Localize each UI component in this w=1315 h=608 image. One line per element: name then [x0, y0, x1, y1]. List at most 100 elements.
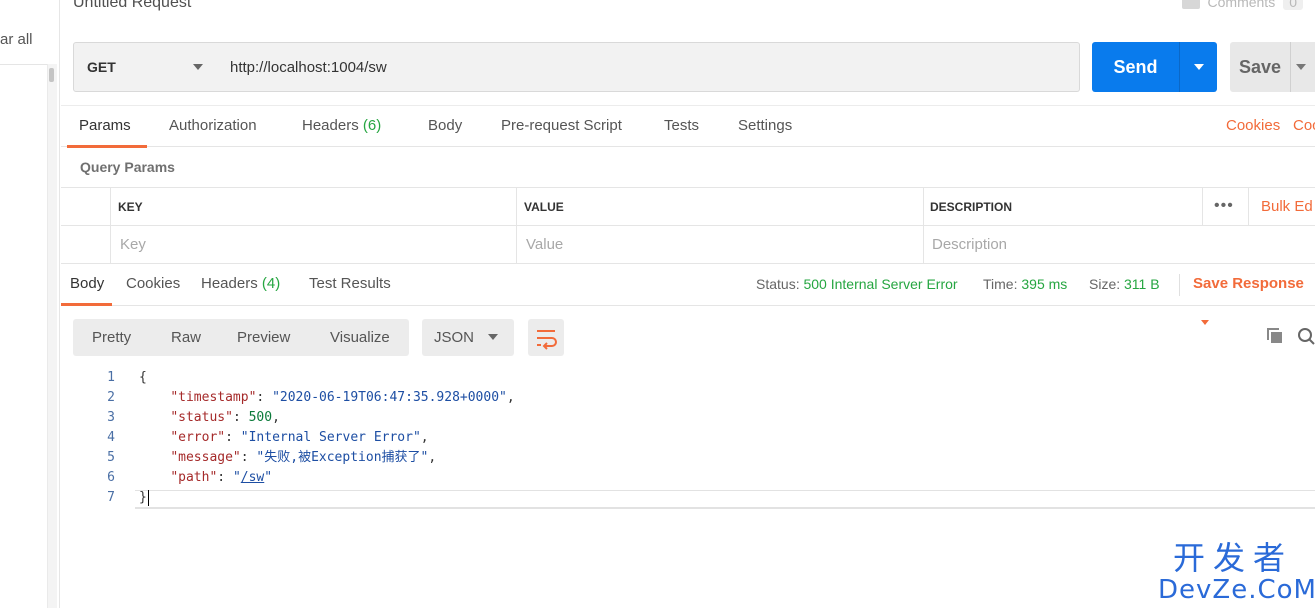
line-text: "status": 500, — [170, 410, 280, 425]
column-divider — [1248, 188, 1249, 226]
chevron-down-icon — [1201, 319, 1209, 325]
code-line: 2 "timestamp": "2020-06-19T06:47:35.928+… — [61, 388, 1315, 408]
code-line: 6 "path": "/sw" — [61, 468, 1315, 488]
request-title[interactable]: Untitled Request — [73, 0, 191, 12]
time-value: 395 ms — [1021, 276, 1068, 292]
params-empty-row: Key Value Description — [61, 226, 1315, 264]
tab-headers-label: Headers — [302, 117, 359, 134]
tab-params[interactable]: Params — [67, 106, 147, 148]
watermark-line1: 开发者 — [1172, 539, 1293, 577]
json-key: "timestamp" — [170, 390, 257, 405]
send-options-button[interactable] — [1179, 42, 1217, 92]
format-select[interactable]: JSON — [422, 319, 514, 356]
watermark-logo: 开发者 DevZe.CoM — [1158, 539, 1315, 605]
method-value: GET — [87, 59, 116, 75]
comment-icon — [1181, 0, 1200, 9]
view-mode-group: Pretty Raw Preview Visualize — [73, 319, 409, 356]
line-text: "message": "失败,被Exception捕获了", — [170, 450, 437, 465]
key-input[interactable]: Key — [120, 226, 146, 264]
time-readout: Time: 395 ms — [983, 265, 1067, 303]
url-value: http://localhost:1004/sw — [230, 58, 387, 76]
status-label: Status: — [756, 276, 800, 292]
chevron-down-icon — [1194, 64, 1204, 70]
history-sidebar: ar all — [0, 0, 60, 608]
line-number: 7 — [107, 490, 115, 505]
code-link[interactable]: Coc — [1293, 106, 1315, 147]
size-readout: Size: 311 B — [1089, 265, 1160, 303]
visualize-button[interactable]: Visualize — [330, 319, 390, 356]
line-text: { — [139, 368, 147, 388]
wrap-lines-icon — [537, 330, 557, 350]
description-input[interactable]: Description — [932, 226, 1007, 264]
column-divider — [516, 226, 517, 264]
comments-count: 0 — [1283, 0, 1303, 10]
size-value: 311 B — [1124, 276, 1160, 292]
chevron-down-icon — [193, 64, 203, 70]
tab-response-body[interactable]: Body — [60, 265, 113, 306]
code-line: 1 { — [61, 368, 1315, 388]
line-text: "path": "/sw" — [170, 470, 273, 485]
status-readout: Status: 500 Internal Server Error — [756, 265, 958, 303]
text-cursor — [147, 489, 149, 506]
json-string: "Internal Server Error" — [240, 430, 421, 445]
size-label: Size: — [1089, 276, 1121, 292]
request-tabs: Params Authorization Headers (6) Body Pr… — [61, 105, 1315, 148]
pretty-button[interactable]: Pretty — [92, 319, 131, 356]
line-number: 6 — [107, 470, 115, 485]
comments-button[interactable]: Comments 0 — [1181, 0, 1303, 10]
comments-label: Comments — [1207, 0, 1276, 10]
json-string: "失败,被Exception捕获了" — [256, 450, 429, 465]
tab-headers[interactable]: Headers (6) — [302, 106, 381, 147]
tab-response-headers-count: (4) — [261, 275, 281, 292]
cookies-link[interactable]: Cookies — [1226, 106, 1280, 147]
line-number: 2 — [107, 390, 115, 405]
tab-body[interactable]: Body — [428, 106, 462, 147]
clear-all-link[interactable]: ar all — [0, 31, 33, 48]
time-label: Time: — [983, 276, 1018, 292]
tab-test-results[interactable]: Test Results — [309, 265, 391, 305]
wrap-lines-button[interactable] — [528, 319, 564, 356]
json-key: "error" — [170, 430, 226, 445]
column-value: VALUE — [524, 200, 564, 214]
query-params-title: Query Params — [80, 159, 175, 175]
tab-pre-request-script[interactable]: Pre-request Script — [501, 106, 622, 147]
open-brace: { — [139, 370, 147, 385]
tab-response-headers[interactable]: Headers (4) — [201, 265, 280, 305]
code-line: 5 "message": "失败,被Exception捕获了", — [61, 448, 1315, 468]
status-value: 500 Internal Server Error — [803, 276, 958, 292]
search-icon[interactable] — [1297, 327, 1315, 345]
column-divider — [923, 188, 924, 226]
tab-response-headers-label: Headers — [201, 275, 258, 292]
more-options-icon[interactable]: ••• — [1214, 188, 1234, 224]
save-options-button[interactable] — [1290, 42, 1315, 92]
path-link[interactable]: /sw — [241, 470, 264, 485]
value-input[interactable]: Value — [526, 226, 563, 264]
line-number: 4 — [107, 430, 115, 445]
tab-response-cookies[interactable]: Cookies — [126, 265, 180, 305]
column-divider — [516, 188, 517, 226]
watermark-line2: DevZe.CoM — [1158, 575, 1315, 605]
column-key: KEY — [118, 200, 143, 214]
format-value: JSON — [434, 329, 475, 346]
json-key: "path" — [170, 470, 218, 485]
save-button[interactable]: Save — [1230, 42, 1315, 92]
line-number: 3 — [107, 410, 115, 425]
tab-settings[interactable]: Settings — [738, 106, 792, 147]
sidebar-scroll-thumb[interactable] — [49, 68, 54, 82]
code-line: 3 "status": 500, — [61, 408, 1315, 428]
send-button[interactable]: Send — [1092, 42, 1217, 92]
line-text: "timestamp": "2020-06-19T06:47:35.928+00… — [170, 390, 515, 405]
tab-headers-count: (6) — [362, 117, 382, 134]
preview-button[interactable]: Preview — [237, 319, 290, 356]
request-editor: Untitled Request Comments 0 GET http://l… — [60, 0, 1315, 608]
method-select[interactable]: GET — [73, 42, 218, 92]
sidebar-scrollbar[interactable] — [47, 64, 57, 608]
bulk-edit-link[interactable]: Bulk Ed — [1261, 188, 1313, 226]
tab-tests[interactable]: Tests — [664, 106, 699, 147]
tab-authorization[interactable]: Authorization — [169, 106, 257, 147]
raw-button[interactable]: Raw — [171, 319, 201, 356]
copy-icon[interactable] — [1266, 327, 1284, 345]
response-body-editor[interactable]: 1 { 2 "timestamp": "2020-06-19T06:47:35.… — [61, 368, 1315, 508]
save-response-label: Save Response — [1193, 275, 1304, 292]
url-input[interactable]: http://localhost:1004/sw — [217, 42, 1080, 92]
